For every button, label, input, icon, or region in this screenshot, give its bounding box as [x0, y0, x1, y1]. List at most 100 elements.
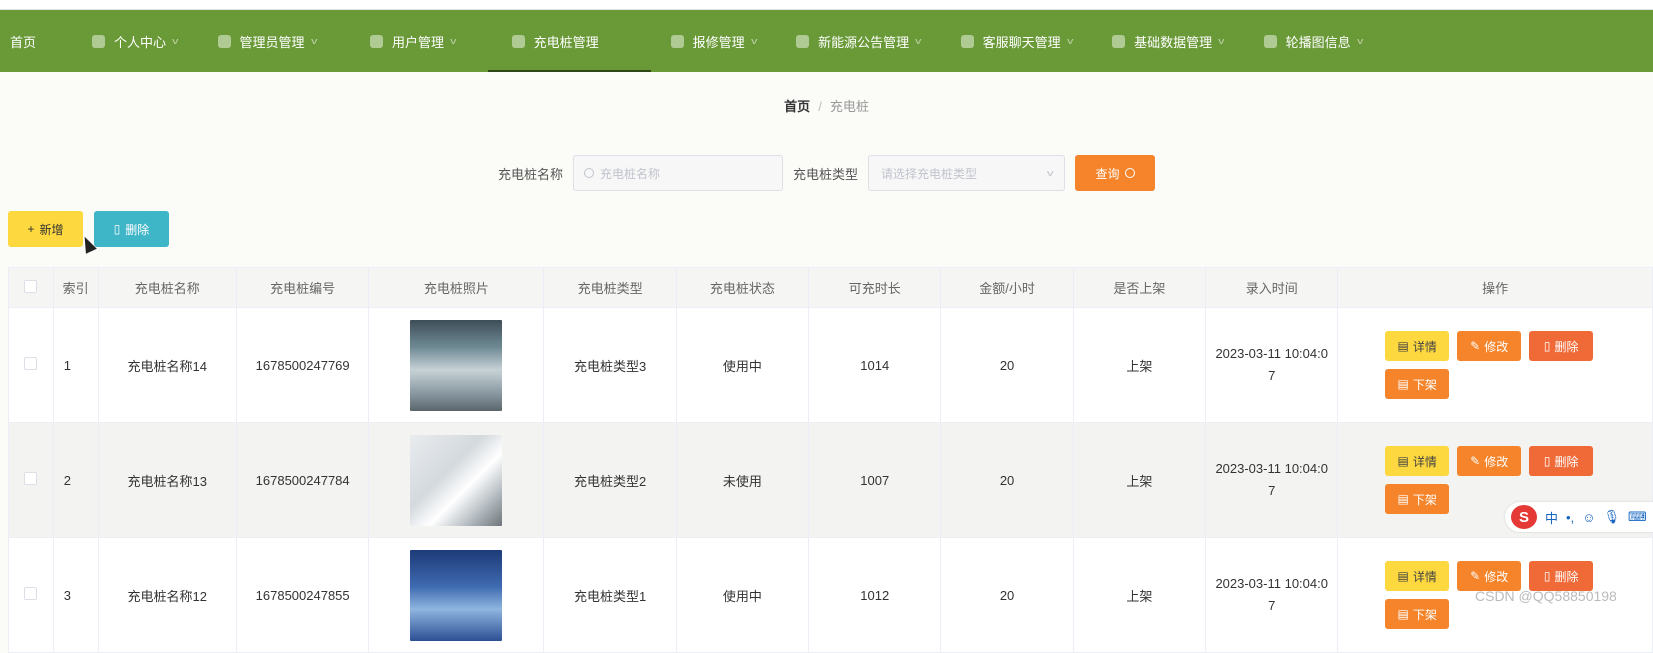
clock-icon: [796, 34, 810, 48]
column-header: 可充时长: [808, 267, 942, 308]
search-icon: [1124, 168, 1135, 178]
row-checkbox-cell[interactable]: [8, 537, 54, 653]
row-checkbox-cell[interactable]: [8, 307, 54, 423]
table-header-row: 索引 充电桩名称 充电桩编号 充电桩照片 充电桩类型 充电桩状态 可充时长 金额…: [8, 267, 1653, 308]
pencil-icon: ✎: [1470, 454, 1481, 468]
detail-label: 详情: [1412, 569, 1437, 584]
chat-icon: [217, 34, 231, 48]
nav-item-announcements[interactable]: 新能源公告管理 v: [776, 10, 941, 72]
breadcrumb-home[interactable]: 首页: [784, 99, 810, 114]
query-button[interactable]: 查询: [1075, 155, 1156, 191]
window-top-strip: [0, 0, 1653, 10]
detail-button[interactable]: ▤ 详情: [1385, 446, 1450, 476]
column-header: 是否上架: [1072, 267, 1207, 308]
row-checkbox[interactable]: [24, 357, 38, 370]
edit-button[interactable]: ✎ 修改: [1457, 331, 1522, 361]
charging-pile-photo[interactable]: [410, 434, 503, 526]
charging-pile-photo[interactable]: [410, 319, 503, 411]
name-search-input[interactable]: 充电桩名称: [573, 155, 783, 191]
table-row: 2 充电桩名称13 1678500247784 充电桩类型2 未使用 1007 …: [8, 422, 1653, 538]
name-filter-label: 充电桩名称: [497, 166, 563, 182]
batch-delete-button[interactable]: ▯ 删除: [94, 211, 169, 247]
delete-button[interactable]: ▯ 删除: [1529, 561, 1594, 591]
cell-time: 2023-03-11 10:04:07: [1205, 422, 1339, 538]
select-all-checkbox-cell[interactable]: [8, 267, 54, 308]
document-icon: ▤: [1397, 607, 1409, 621]
cell-code: 1678500247855: [235, 537, 370, 653]
breadcrumb-separator: /: [818, 99, 822, 114]
nav-item-chat[interactable]: 客服聊天管理 v: [941, 10, 1093, 72]
nav-item-basic-data[interactable]: 基础数据管理 v: [1092, 10, 1244, 72]
name-search-placeholder: 充电桩名称: [600, 166, 661, 181]
delete-button[interactable]: ▯ 删除: [1529, 331, 1594, 361]
cell-type: 充电桩类型2: [543, 422, 677, 538]
add-button[interactable]: + 新增: [8, 211, 83, 247]
unshelf-label: 下架: [1412, 492, 1437, 507]
detail-button[interactable]: ▤ 详情: [1385, 331, 1450, 361]
document-icon: ▤: [1397, 377, 1409, 391]
edit-label: 修改: [1484, 569, 1509, 584]
chevron-down-icon: v: [310, 36, 317, 46]
edit-label: 修改: [1484, 454, 1509, 469]
chevron-down-icon: v: [750, 36, 757, 46]
breadcrumb: 首页 / 充电桩: [0, 96, 1653, 115]
delete-button[interactable]: ▯ 删除: [1529, 446, 1594, 476]
select-all-checkbox[interactable]: [24, 279, 38, 293]
nav-item-carousel[interactable]: 轮播图信息 v: [1244, 10, 1383, 72]
plus-icon: +: [27, 222, 35, 236]
nav-item-users[interactable]: 用户管理 v: [336, 10, 476, 72]
column-header: 操作: [1337, 267, 1653, 308]
ime-mode-label[interactable]: 中: [1545, 508, 1558, 527]
charging-pile-photo[interactable]: [410, 549, 503, 641]
unshelf-button[interactable]: ▤ 下架: [1385, 484, 1450, 514]
pencil-icon: ✎: [1470, 339, 1481, 353]
nav-item-personal[interactable]: 个人中心 v: [56, 10, 198, 72]
nav-chat-label: 客服聊天管理: [982, 34, 1061, 50]
column-header: 充电桩类型: [543, 267, 677, 308]
flag-icon: [511, 34, 525, 48]
cell-status: 使用中: [675, 307, 810, 423]
cell-duration: 1007: [808, 422, 942, 538]
trash-icon: ▯: [113, 222, 121, 236]
edit-button[interactable]: ✎ 修改: [1457, 446, 1522, 476]
cell-duration: 1012: [808, 537, 942, 653]
column-header: 充电桩照片: [368, 267, 545, 308]
nav-item-admins[interactable]: 管理员管理 v: [198, 10, 337, 72]
detail-button[interactable]: ▤ 详情: [1385, 561, 1450, 591]
unshelf-label: 下架: [1412, 607, 1437, 622]
column-header: 充电桩状态: [675, 267, 810, 308]
document-icon: ▤: [1397, 454, 1409, 468]
nav-item-charging-piles[interactable]: 充电桩管理: [487, 10, 651, 72]
cell-photo: [368, 537, 545, 653]
document-icon: ▤: [1397, 339, 1409, 353]
detail-label: 详情: [1412, 339, 1437, 354]
top-nav-bar: 首页 个人中心 v 管理员管理 v 用户管理 v 充电桩管理 报修管理 v 新能源公告管…: [0, 10, 1653, 72]
unshelf-button[interactable]: ▤ 下架: [1385, 599, 1450, 629]
column-header: 索引: [52, 267, 99, 308]
cell-time: 2023-03-11 10:04:07: [1205, 307, 1339, 423]
query-button-label: 查询: [1095, 166, 1120, 181]
row-checkbox[interactable]: [24, 472, 38, 485]
emoji-icon[interactable]: ☺: [1582, 510, 1595, 525]
cell-onshelf: 上架: [1072, 307, 1207, 423]
shield-icon: [960, 34, 974, 48]
cell-photo: [368, 422, 545, 538]
nav-carousel-label: 轮播图信息: [1285, 34, 1351, 50]
microphone-icon[interactable]: 🎙: [1603, 509, 1620, 525]
cell-status: 未使用: [675, 422, 810, 538]
unshelf-button[interactable]: ▤ 下架: [1385, 369, 1450, 399]
breadcrumb-current: 充电桩: [829, 99, 869, 114]
trash-icon: ▯: [1543, 569, 1551, 583]
nav-item-repairs[interactable]: 报修管理 v: [651, 10, 777, 72]
user-icon: [92, 34, 106, 48]
keyboard-icon[interactable]: ⌨: [1628, 509, 1647, 525]
ime-toolbar[interactable]: S 中 •, ☺ 🎙 ⌨: [1505, 502, 1653, 532]
row-checkbox-cell[interactable]: [8, 422, 54, 538]
nav-item-home[interactable]: 首页: [0, 10, 56, 72]
cell-photo: [368, 307, 545, 423]
edit-button[interactable]: ✎ 修改: [1457, 561, 1522, 591]
ime-punctuation[interactable]: •,: [1566, 510, 1574, 525]
nav-users-label: 用户管理: [392, 34, 445, 50]
row-checkbox[interactable]: [24, 587, 38, 600]
type-select[interactable]: 请选择充电桩类型 v: [868, 155, 1066, 191]
